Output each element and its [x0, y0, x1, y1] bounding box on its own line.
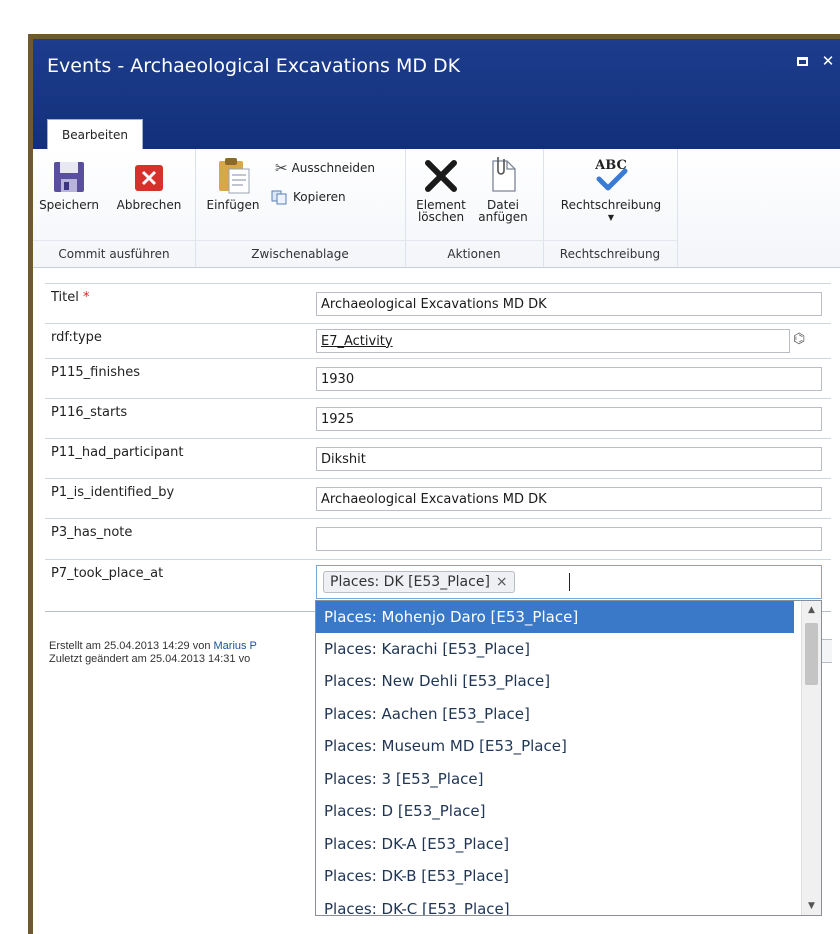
p116-starts-input[interactable]: 1925 [316, 407, 822, 431]
spellcheck-icon: ABC [594, 158, 628, 191]
scroll-down-icon[interactable]: ▼ [802, 897, 821, 915]
paste-icon [219, 158, 250, 194]
cancel-icon [135, 165, 163, 191]
close-icon: ✕ [821, 52, 835, 70]
field-row-p1: P1_is_identified_by Archaeological Excav… [45, 478, 831, 519]
token-label: Places: DK [E53_Place] [330, 574, 490, 590]
required-marker: * [83, 290, 90, 305]
field-row-rdf-type: rdf:type E7_Activity ⌬ [45, 323, 831, 359]
field-row-p11: P11_had_participant Dikshit [45, 438, 831, 479]
delete-item-button[interactable]: Element löschen [411, 157, 471, 223]
option-item[interactable]: Places: DK-B [E53_Place] [316, 860, 794, 892]
ribbon: Speichern Abbrechen Commit ausführen Ein… [33, 149, 840, 268]
created-info: Erstellt am 25.04.2013 14:29 von Marius … [49, 640, 257, 652]
window-controls: ✕ [794, 52, 836, 70]
dropdown-scrollbar[interactable]: ▲ ▼ [801, 601, 821, 915]
place-token-input[interactable]: Places: DK [E53_Place] × [316, 565, 822, 599]
save-button[interactable]: Speichern [37, 159, 101, 211]
item-metadata: Erstellt am 25.04.2013 14:29 von Marius … [49, 640, 257, 666]
maximize-button[interactable] [794, 53, 810, 69]
outer-background [0, 0, 840, 34]
tab-bearbeiten[interactable]: Bearbeiten [47, 119, 143, 149]
modified-info: Zuletzt geändert am 25.04.2013 14:31 vo [49, 653, 251, 665]
cancel-label: Abbrechen [116, 198, 182, 212]
delete-label-line2: löschen [417, 210, 465, 224]
dialog-title: Events - Archaeological Excavations MD D… [47, 55, 461, 77]
option-item[interactable]: Places: Karachi [E53_Place] [316, 633, 794, 665]
field-label: Titel * [51, 290, 90, 305]
copy-icon [271, 190, 287, 205]
field-row-titel: Titel * Archaeological Excavations MD DK [45, 283, 831, 324]
actions-group-label: Aktionen [405, 240, 543, 267]
cut-label: Ausschneiden [291, 161, 376, 175]
spelling-group-label: Rechtschreibung [543, 240, 677, 267]
field-label: P11_had_participant [51, 445, 184, 460]
clipboard-group-label: Zwischenablage [195, 240, 405, 267]
option-item[interactable]: Places: D [E53_Place] [316, 795, 794, 827]
paste-button[interactable]: Einfügen [201, 155, 265, 211]
author-link[interactable]: Marius P [214, 640, 257, 652]
field-label: P3_has_note [51, 525, 133, 540]
option-item[interactable]: Places: DK-C [E53_Place] [316, 893, 794, 915]
group-actions: Element löschen Datei anfügen Aktionen [405, 149, 544, 267]
field-label: P115_finishes [51, 365, 140, 380]
option-item[interactable]: Places: Museum MD [E53_Place] [316, 730, 794, 762]
field-label: P1_is_identified_by [51, 485, 175, 500]
copy-button[interactable]: Kopieren [271, 189, 346, 205]
token-remove-icon[interactable]: × [496, 574, 508, 590]
delete-x-icon [425, 160, 457, 192]
cancel-button[interactable]: Abbrechen [109, 159, 189, 211]
p3-note-input[interactable] [316, 527, 822, 551]
spelling-button[interactable]: ABC Rechtschreibung ▼ [549, 155, 673, 222]
scissors-icon: ✂ [275, 159, 288, 177]
text-cursor [569, 573, 570, 591]
scroll-thumb[interactable] [805, 623, 818, 685]
copy-label: Kopieren [293, 190, 346, 204]
lookup-tag-icon[interactable]: ⌬ [793, 331, 805, 347]
place-token: Places: DK [E53_Place] × [323, 571, 515, 593]
option-item[interactable]: Places: Mohenjo Daro [E53_Place] [316, 601, 794, 633]
group-spelling: ABC Rechtschreibung ▼ Rechtschreibung [543, 149, 678, 267]
attach-file-button[interactable]: Datei anfügen [471, 153, 535, 223]
p11-participant-input[interactable]: Dikshit [316, 447, 822, 471]
field-label: P116_starts [51, 405, 128, 420]
title-bar: Events - Archaeological Excavations MD D… [33, 39, 840, 149]
option-item[interactable]: Places: 3 [E53_Place] [316, 763, 794, 795]
group-clipboard: Einfügen ✂ Ausschneiden Kopieren Zwische… [195, 149, 406, 267]
option-item[interactable]: Places: DK-A [E53_Place] [316, 828, 794, 860]
group-commit: Speichern Abbrechen Commit ausführen [33, 149, 196, 267]
spelling-label: Rechtschreibung [560, 198, 662, 212]
title-input[interactable]: Archaeological Excavations MD DK [316, 292, 822, 316]
cut-button[interactable]: ✂ Ausschneiden [275, 159, 375, 177]
rdf-type-lookup-input[interactable]: E7_Activity [316, 329, 790, 353]
option-item[interactable]: Places: New Dehli [E53_Place] [316, 665, 794, 697]
scroll-up-icon[interactable]: ▲ [802, 601, 821, 619]
save-icon [54, 162, 84, 192]
attach-label: Datei anfügen [478, 199, 527, 223]
close-button[interactable]: ✕ [820, 52, 836, 70]
field-row-p115: P115_finishes 1930 [45, 358, 831, 399]
delete-label: Element löschen [416, 199, 466, 223]
field-row-p3: P3_has_note [45, 518, 831, 559]
attach-icon [492, 157, 516, 192]
maximize-icon [796, 56, 808, 66]
autocomplete-dropdown: Places: Mohenjo Daro [E53_Place] Places:… [315, 600, 822, 916]
field-label: P7_took_place_at [51, 566, 164, 581]
commit-group-label: Commit ausführen [33, 240, 195, 267]
chevron-down-icon: ▼ [607, 213, 615, 222]
field-row-p116: P116_starts 1925 [45, 398, 831, 439]
p1-identified-by-input[interactable]: Archaeological Excavations MD DK [316, 487, 822, 511]
save-label: Speichern [39, 198, 99, 212]
attach-label-line2: anfügen [478, 210, 528, 224]
option-item[interactable]: Places: Aachen [E53_Place] [316, 698, 794, 730]
tab-label: Bearbeiten [62, 127, 128, 142]
field-label: rdf:type [51, 330, 102, 345]
paste-label: Einfügen [206, 198, 260, 212]
p115-finishes-input[interactable]: 1930 [316, 367, 822, 391]
